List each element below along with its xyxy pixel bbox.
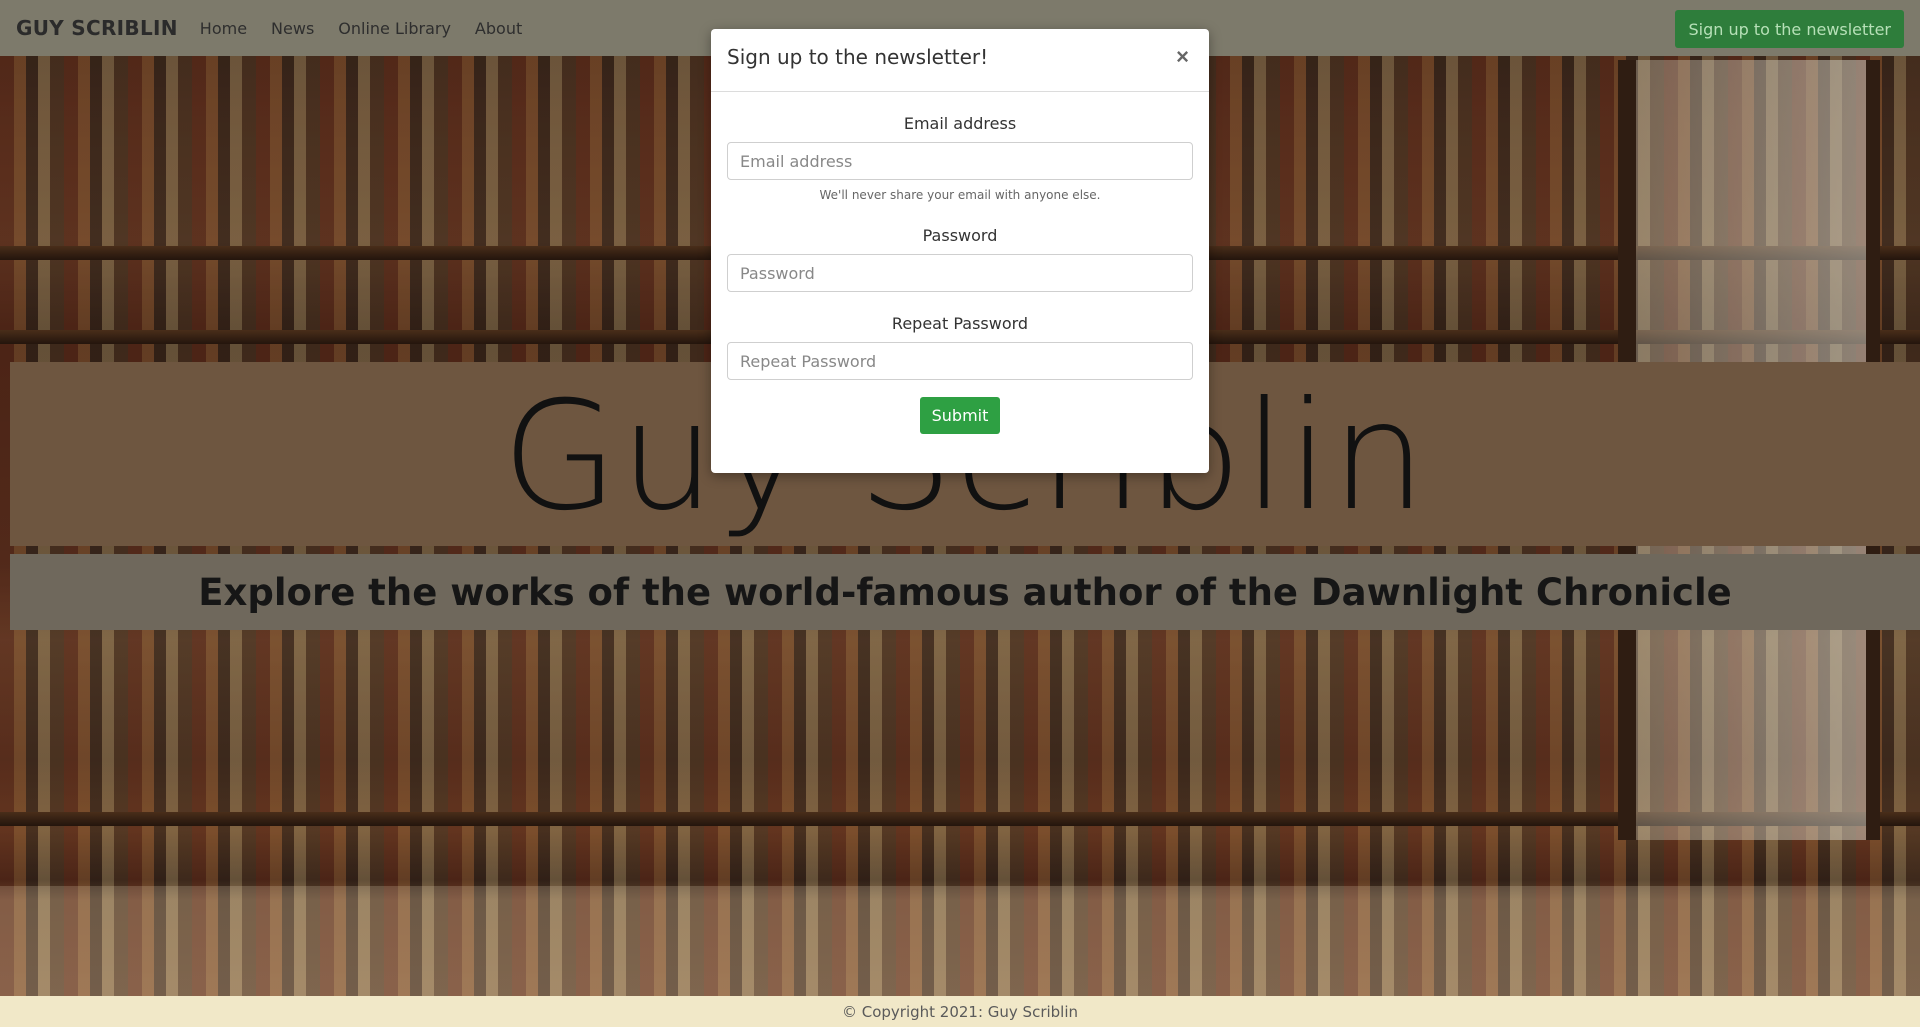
background-lower-band [0,886,1920,996]
email-help-text: We'll never share your email with anyone… [819,188,1101,202]
newsletter-signup-modal: Sign up to the newsletter! × Email addre… [711,29,1209,473]
nav-link-home[interactable]: Home [188,19,259,38]
close-icon[interactable]: × [1170,43,1195,71]
password-field[interactable] [727,254,1193,292]
hero-subtitle: Explore the works of the world-famous au… [198,570,1732,614]
modal-title: Sign up to the newsletter! [727,45,989,69]
email-label: Email address [903,114,1017,133]
repeat-password-field[interactable] [727,342,1193,380]
modal-header: Sign up to the newsletter! × [711,29,1209,92]
nav-links: Home News Online Library About [188,19,534,38]
newsletter-signup-button[interactable]: Sign up to the newsletter [1675,10,1904,48]
nav-link-news[interactable]: News [259,19,326,38]
repeat-password-label: Repeat Password [891,314,1029,333]
nav-link-online-library[interactable]: Online Library [326,19,463,38]
modal-body: Email address We'll never share your ema… [711,114,1209,434]
brand-logo[interactable]: GUY SCRIBLIN [16,16,178,40]
footer: © Copyright 2021: Guy Scriblin [0,996,1920,1027]
copyright-text: © Copyright 2021: Guy Scriblin [841,1002,1079,1021]
password-label: Password [922,226,998,245]
nav-link-about[interactable]: About [463,19,534,38]
hero-subtitle-band: Explore the works of the world-famous au… [10,554,1920,630]
submit-button[interactable]: Submit [919,397,1001,434]
email-field[interactable] [727,142,1193,180]
